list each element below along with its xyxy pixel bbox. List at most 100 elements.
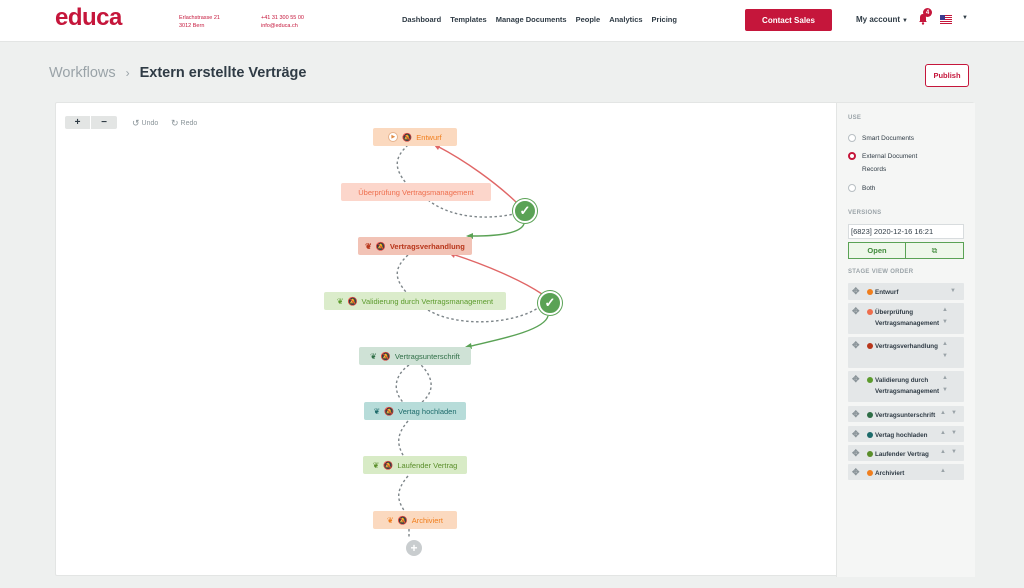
stage-order-item[interactable]: ✥ Validierung durch Vertragsmanagement ▲…: [848, 371, 964, 402]
move-down-icon[interactable]: ▼: [950, 288, 956, 294]
radio-label: External Document Records: [862, 150, 917, 176]
drag-handle-icon[interactable]: ✥: [852, 374, 860, 385]
address-line-1: Erlachstrasse 21: [179, 15, 220, 21]
stage-order-item[interactable]: ✥ Überprüfung Vertragsmanagement ▲ ▼: [848, 303, 964, 334]
drag-handle-icon[interactable]: ✥: [852, 448, 860, 459]
workflow-canvas[interactable]: + − ↺ Undo ↻ Redo ▶ 🔕 Entwurf Überprüfun…: [56, 103, 836, 577]
main-nav: Dashboard Templates Manage Documents Peo…: [402, 15, 686, 24]
stage-laufender-vertrag[interactable]: ❦ 🔕 Laufender Vertrag: [363, 456, 467, 474]
nav-people[interactable]: People: [576, 15, 601, 24]
move-down-icon[interactable]: ▼: [942, 353, 948, 359]
us-flag-icon[interactable]: [940, 15, 952, 24]
drag-handle-icon[interactable]: ✥: [852, 429, 860, 440]
move-down-icon[interactable]: ▼: [942, 319, 948, 325]
drag-handle-icon[interactable]: ✥: [852, 467, 860, 478]
color-dot: [867, 289, 873, 295]
stage-label: Vertragsverhandlung: [389, 241, 465, 251]
stage-order-label: Vertragsunterschrift: [875, 412, 936, 419]
stage-order-item[interactable]: ✥ Vertag hochladen ▲ ▼: [848, 426, 964, 442]
leaf-icon: ❦: [387, 515, 394, 525]
stage-ueberpruefung[interactable]: Überprüfung Vertragsmanagement: [341, 183, 491, 201]
stage-label: Archiviert: [411, 515, 443, 525]
move-up-icon[interactable]: ▲: [940, 449, 946, 455]
bell-off-icon: 🔕: [375, 241, 386, 251]
move-up-icon[interactable]: ▲: [942, 375, 948, 381]
bell-off-icon: 🔕: [347, 296, 358, 306]
stage-order-item[interactable]: ✥ Laufender Vertrag ▲ ▼: [848, 445, 964, 461]
move-up-icon[interactable]: ▲: [940, 468, 946, 474]
drag-handle-icon[interactable]: ✥: [852, 286, 860, 297]
radio-circle-selected: [848, 152, 856, 160]
drag-handle-icon[interactable]: ✥: [852, 340, 860, 351]
color-dot: [867, 343, 873, 349]
company-contact: +41 31 300 55 00 info@educa.ch: [261, 14, 304, 30]
move-up-icon[interactable]: ▲: [942, 341, 948, 347]
educa-logo[interactable]: educa: [55, 4, 122, 32]
drag-handle-icon[interactable]: ✥: [852, 306, 860, 317]
move-up-icon[interactable]: ▲: [940, 430, 946, 436]
radio-smart-documents[interactable]: Smart Documents: [848, 132, 914, 145]
stage-validierung[interactable]: ❦ 🔕 Validierung durch Vertragsmanagement: [324, 292, 506, 310]
move-down-icon[interactable]: ▼: [951, 449, 957, 455]
my-account-menu[interactable]: My account ▼: [856, 15, 908, 24]
bell-off-icon: 🔕: [384, 406, 395, 416]
stage-order-item[interactable]: ✥ Vertragsunterschrift ▲ ▼: [848, 406, 964, 422]
nav-manage-documents[interactable]: Manage Documents: [496, 15, 567, 24]
stage-order-label: Archiviert: [875, 470, 905, 477]
stage-entwurf[interactable]: ▶ 🔕 Entwurf: [373, 128, 457, 146]
stage-order-label: Validierung durch Vertragsmanagement: [875, 377, 940, 395]
version-select[interactable]: [6823] 2020-12-16 16:21: [848, 224, 964, 239]
move-up-icon[interactable]: ▲: [942, 307, 948, 313]
stage-order-label: Entwurf: [875, 289, 899, 296]
address-line-2: 3012 Bern: [179, 23, 205, 29]
language-chevron-down-icon[interactable]: ▼: [962, 15, 968, 21]
nav-dashboard[interactable]: Dashboard: [402, 15, 441, 24]
stage-view-order-heading: STAGE VIEW ORDER: [848, 269, 914, 275]
contact-sales-button[interactable]: Contact Sales: [745, 9, 832, 31]
nav-analytics[interactable]: Analytics: [609, 15, 642, 24]
color-dot: [867, 432, 873, 438]
radio-circle: [848, 184, 856, 192]
publish-button[interactable]: Publish: [925, 64, 969, 87]
radio-both[interactable]: Both: [848, 182, 875, 195]
external-link-icon[interactable]: ⧉: [906, 242, 964, 259]
move-down-icon[interactable]: ▼: [942, 387, 948, 393]
stage-order-item[interactable]: ✥ Entwurf ▼: [848, 283, 964, 300]
company-address: Erlachstrasse 21 3012 Bern: [179, 14, 220, 30]
move-down-icon[interactable]: ▼: [951, 410, 957, 416]
open-version-button[interactable]: Open: [848, 242, 906, 259]
my-account-label: My account: [856, 15, 901, 24]
color-dot: [867, 309, 873, 315]
stage-vertrag-hochladen[interactable]: ❦ 🔕 Vertag hochladen: [364, 402, 466, 420]
color-dot: [867, 377, 873, 383]
radio-circle: [848, 134, 856, 142]
stage-vertragsverhandlung[interactable]: ❦ 🔕 Vertragsverhandlung: [358, 237, 472, 255]
stage-label: Entwurf: [416, 132, 442, 142]
stage-order-item[interactable]: ✥ Vertragsverhandlung ▲ ▼: [848, 337, 964, 368]
add-stage-plus-icon[interactable]: +: [406, 540, 422, 556]
chevron-down-icon: ▼: [902, 18, 908, 24]
color-dot: [867, 412, 873, 418]
breadcrumb-workflows[interactable]: Workflows: [49, 65, 116, 81]
color-dot: [867, 451, 873, 457]
stage-archiviert[interactable]: ❦ 🔕 Archiviert: [373, 511, 457, 529]
color-dot: [867, 470, 873, 476]
move-up-icon[interactable]: ▲: [940, 410, 946, 416]
radio-label-line1: External Document: [862, 153, 918, 160]
page-title: Extern erstellte Verträge: [139, 65, 307, 81]
stage-vertragsunterschrift[interactable]: ❦ 🔕 Vertragsunterschrift: [359, 347, 471, 365]
stage-order-item[interactable]: ✥ Archiviert ▲: [848, 464, 964, 480]
workflow-settings-panel: USE Smart Documents External Document Re…: [836, 103, 975, 577]
move-down-icon[interactable]: ▼: [951, 430, 957, 436]
bell-off-icon: 🔕: [380, 351, 391, 361]
nav-pricing[interactable]: Pricing: [652, 15, 677, 24]
nav-templates[interactable]: Templates: [450, 15, 487, 24]
stage-label: Vertragsunterschrift: [394, 351, 460, 361]
leaf-icon: ❦: [370, 351, 377, 361]
approval-check-icon[interactable]: ✓: [513, 199, 537, 223]
leaf-icon: ❦: [365, 241, 372, 251]
radio-external-document-records[interactable]: External Document Records: [848, 150, 917, 176]
bell-off-icon: 🔕: [397, 515, 408, 525]
drag-handle-icon[interactable]: ✥: [852, 409, 860, 420]
approval-check-icon[interactable]: ✓: [538, 291, 562, 315]
